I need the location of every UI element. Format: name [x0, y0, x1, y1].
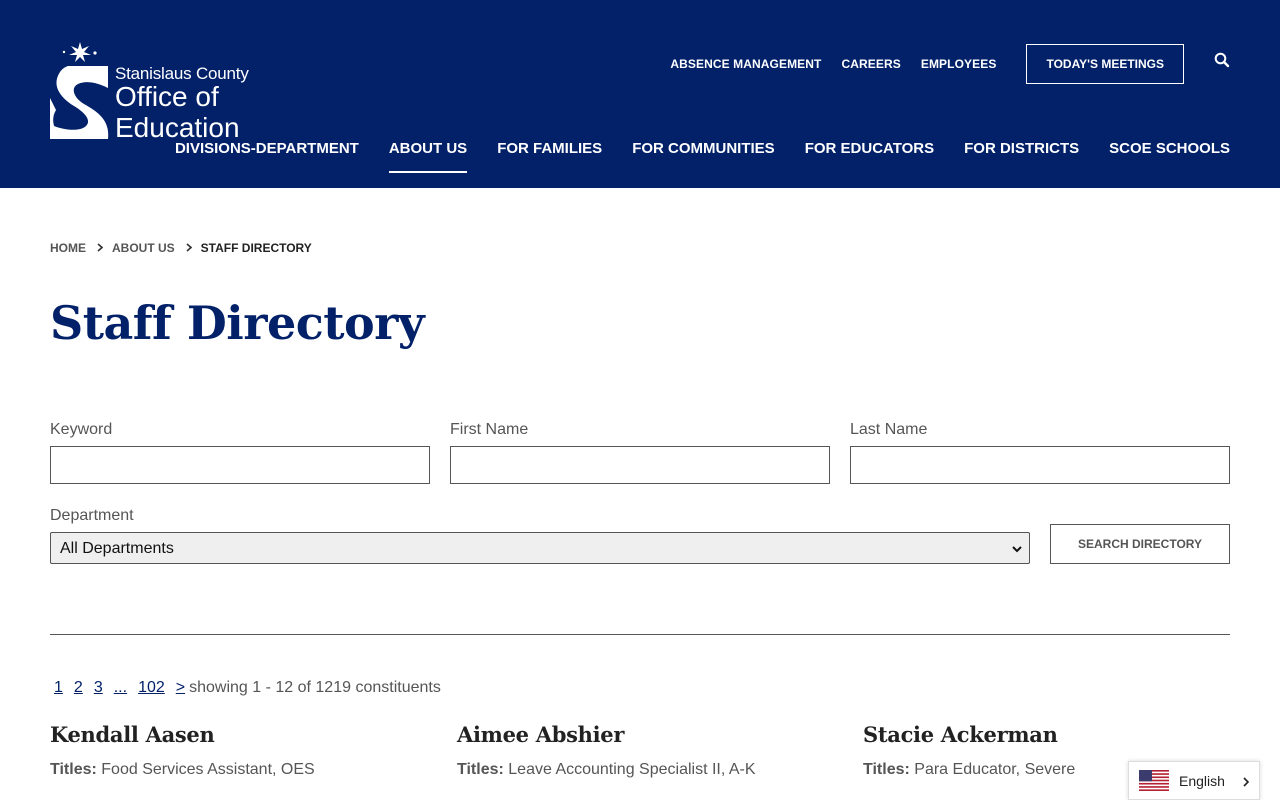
- results-count: showing 1 - 12 of 1219 constituents: [189, 679, 441, 696]
- titles-label: Titles:: [863, 761, 910, 778]
- chevron-down-icon: [1011, 542, 1023, 554]
- staff-title-value: Food Services Assistant, OES: [101, 761, 315, 778]
- staff-title: Titles: Food Services Assistant, OES: [50, 761, 430, 779]
- language-label: English: [1179, 772, 1225, 789]
- util-link-absence-management[interactable]: ABSENCE MANAGEMENT: [670, 57, 821, 71]
- nav-divisions-department[interactable]: DIVISIONS-DEPARTMENT: [175, 138, 359, 174]
- divider: [50, 634, 1230, 635]
- search-icon[interactable]: [1214, 52, 1230, 68]
- department-select[interactable]: All Departments: [50, 532, 1030, 564]
- titles-label: Titles:: [457, 761, 504, 778]
- nav-scoe-schools[interactable]: SCOE SCHOOLS: [1109, 138, 1230, 174]
- department-label: Department: [50, 507, 134, 524]
- scoe-logo-mark-icon: [50, 42, 109, 139]
- first-name-input[interactable]: [450, 446, 830, 484]
- pagination: 1 2 3 ... 102 > showing 1 - 12 of 1219 c…: [50, 678, 441, 698]
- search-directory-button[interactable]: SEARCH DIRECTORY: [1050, 524, 1230, 564]
- page-next-link[interactable]: >: [176, 679, 185, 697]
- todays-meetings-button[interactable]: TODAY'S MEETINGS: [1026, 44, 1184, 84]
- nav-for-families[interactable]: FOR FAMILIES: [497, 138, 602, 174]
- breadcrumb-home[interactable]: HOME: [50, 241, 86, 255]
- keyword-label: Keyword: [50, 421, 113, 438]
- chevron-right-icon: [1241, 775, 1251, 787]
- titles-label: Titles:: [50, 761, 97, 778]
- staff-title-value: Leave Accounting Specialist II, A-K: [508, 761, 756, 778]
- staff-name[interactable]: Kendall Aasen: [50, 722, 430, 747]
- last-name-input[interactable]: [850, 446, 1230, 484]
- page-link-1[interactable]: 1: [54, 679, 63, 697]
- language-selector[interactable]: English: [1128, 761, 1260, 800]
- staff-title: Titles: Leave Accounting Specialist II, …: [457, 761, 837, 779]
- breadcrumb: HOME ABOUT US STAFF DIRECTORY: [50, 241, 312, 255]
- page-link-2[interactable]: 2: [74, 679, 83, 697]
- page-title: Staff Directory: [50, 296, 425, 350]
- nav-about-us[interactable]: ABOUT US: [388, 138, 468, 174]
- staff-name[interactable]: Stacie Ackerman: [863, 722, 1243, 747]
- scoe-logo[interactable]: Stanislaus County Office of Education: [50, 40, 260, 143]
- department-select-value: All Departments: [60, 540, 174, 557]
- util-link-careers[interactable]: CAREERS: [841, 57, 900, 71]
- breadcrumb-about-us[interactable]: ABOUT US: [112, 241, 175, 255]
- staff-card: Kendall Aasen Titles: Food Services Assi…: [50, 722, 430, 779]
- page-ellipsis[interactable]: ...: [114, 679, 127, 697]
- nav-for-communities[interactable]: FOR COMMUNITIES: [632, 138, 775, 174]
- main-nav: DIVISIONS-DEPARTMENT ABOUT US FOR FAMILI…: [145, 138, 1230, 174]
- staff-card: Aimee Abshier Titles: Leave Accounting S…: [457, 722, 837, 779]
- util-link-employees[interactable]: EMPLOYEES: [921, 57, 997, 71]
- logo-text-office: Office of: [115, 81, 219, 112]
- keyword-input[interactable]: [50, 446, 430, 484]
- nav-for-educators[interactable]: FOR EDUCATORS: [805, 138, 934, 174]
- chevron-right-icon: [97, 241, 104, 255]
- utility-nav: ABSENCE MANAGEMENT CAREERS EMPLOYEES TOD…: [650, 44, 1230, 84]
- breadcrumb-current: STAFF DIRECTORY: [200, 241, 312, 255]
- chevron-right-icon: [186, 241, 192, 255]
- last-name-label: Last Name: [850, 421, 928, 438]
- staff-name[interactable]: Aimee Abshier: [457, 722, 837, 747]
- first-name-label: First Name: [450, 421, 529, 438]
- site-header: Stanislaus County Office of Education AB…: [0, 0, 1280, 188]
- nav-for-districts[interactable]: FOR DISTRICTS: [964, 138, 1079, 174]
- us-flag-icon: [1139, 770, 1169, 791]
- staff-title-value: Para Educator, Severe: [914, 761, 1076, 778]
- page-link-last[interactable]: 102: [138, 679, 165, 697]
- page-link-3[interactable]: 3: [94, 679, 103, 697]
